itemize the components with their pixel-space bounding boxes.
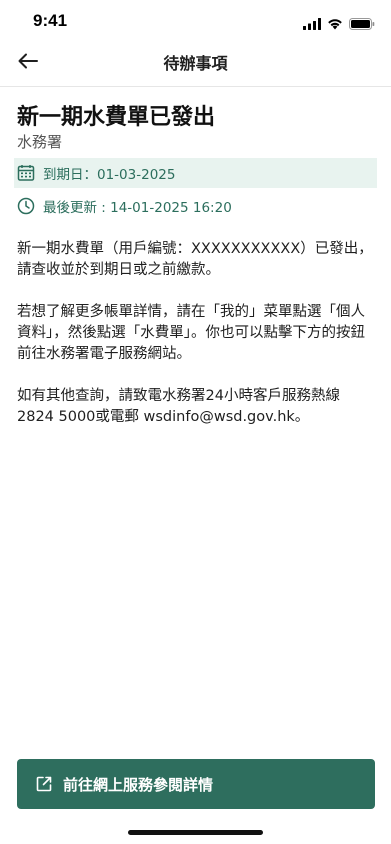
wifi-icon [327,15,343,34]
home-indicator[interactable] [128,830,263,835]
notice-body: 新一期水費單（用戶編號：XXXXXXXXXXX）已發出，請查收並於到期日或之前繳… [17,239,375,428]
calendar-icon [17,164,35,182]
cellular-signal-icon [303,15,321,34]
last-updated-row: 最後更新 : 14-01-2025 16:20 [17,191,375,221]
notice-paragraph: 新一期水費單（用戶編號：XXXXXXXXXXX）已發出，請查收並於到期日或之前繳… [17,241,373,278]
clock-icon [17,197,35,215]
status-icons [303,15,375,34]
status-time: 9:41 [33,11,68,30]
page-title: 待辦事項 [163,54,228,73]
external-link-icon [35,775,53,793]
due-date-row: 到期日：01-03-2025 [14,158,377,188]
due-date-text: 到期日：01-03-2025 [43,167,176,183]
battery-icon [349,15,375,34]
nav-bar: 待辦事項 [0,44,391,87]
status-bar: 9:41 [0,0,391,44]
notice-content: 新一期水費單已發出 水務署 到期日：01-03-2025 最後更新: 14-0… [14,100,377,449]
online-service-button-label: 前往網上服務參閱詳情 [63,775,214,794]
notice-paragraph: 若想了解更多帳單詳情，請在「我的」菜單點選「個人資料」，然後點選「水費單」。你也… [17,304,365,362]
online-service-button[interactable]: 前往網上服務參閱詳情 [17,759,375,809]
notice-department: 水務署 [17,133,63,151]
notice-title: 新一期水費單已發出 [17,105,216,130]
last-updated-text: 最後更新 : 14-01-2025 16:20 [43,200,232,216]
notice-paragraph: 如有其他查詢，請致電水務署24小時客戶服務熱線2824 5000或電郵 wsdi… [17,388,340,425]
